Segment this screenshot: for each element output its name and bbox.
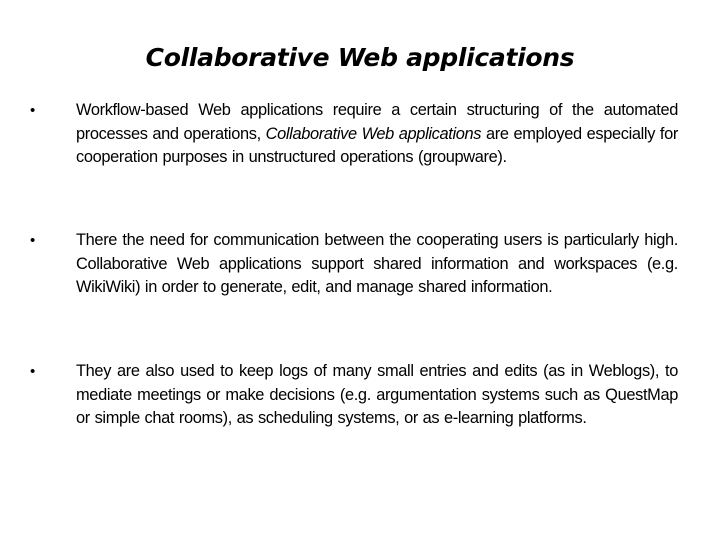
bullet-text: They are also used to keep logs of many … <box>76 360 678 431</box>
bullet-item: • They are also used to keep logs of man… <box>30 360 678 431</box>
bullet-text-part: There the need for communication between… <box>76 231 678 296</box>
bullet-dot-icon: • <box>30 102 36 119</box>
bullet-text: Workflow-based Web applications require … <box>76 99 678 170</box>
bullet-item: • Workflow-based Web applications requir… <box>30 99 678 170</box>
bullet-text-part: They are also used to keep logs of many … <box>76 362 678 427</box>
bullet-dot-icon: • <box>30 363 36 380</box>
bullet-dot-icon: • <box>30 232 36 249</box>
slide-title: Collaborative Web applications <box>145 43 575 72</box>
bullet-text-emphasis: Collaborative Web applications <box>265 124 482 143</box>
bullet-text: There the need for communication between… <box>76 229 678 300</box>
bullet-item: • There the need for communication betwe… <box>30 229 678 300</box>
